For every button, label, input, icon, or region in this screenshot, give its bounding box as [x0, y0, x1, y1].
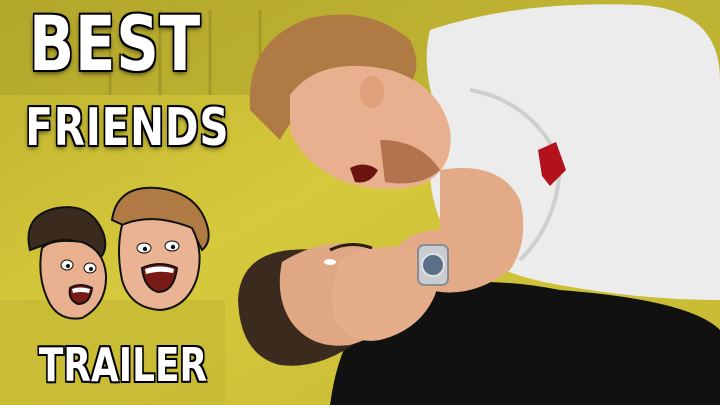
wrestling-photo — [238, 4, 720, 405]
watch-icon — [417, 244, 449, 286]
title-line-friends: FRIENDS — [25, 98, 230, 158]
trailer-label: TRAILER — [38, 338, 208, 392]
title-line-best: BEST — [29, 0, 201, 88]
cartoon-duo-icon — [27, 186, 210, 320]
video-thumbnail: BEST FRIENDS TRAILER — [0, 0, 720, 405]
cartoon-face-right — [110, 186, 210, 312]
cartoon-face-left — [27, 206, 108, 320]
upper-man-head — [249, 14, 451, 189]
